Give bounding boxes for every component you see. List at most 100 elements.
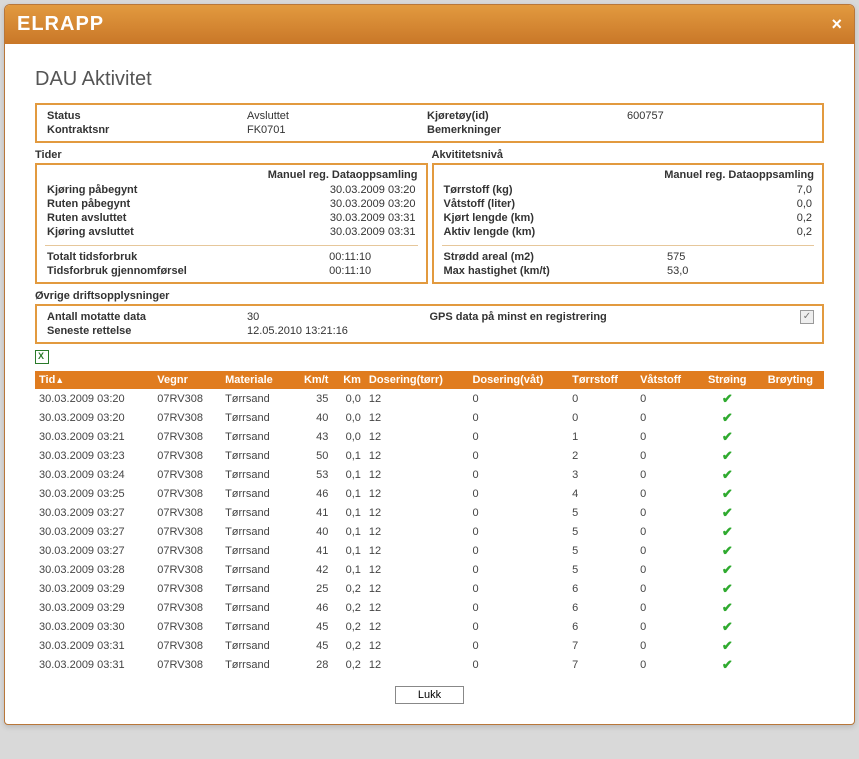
cell-dos-torr: 12 <box>365 465 469 484</box>
cell-vatstoff: 0 <box>636 484 698 503</box>
cell-broyting <box>757 598 824 617</box>
check-icon: ✔ <box>722 524 733 539</box>
status-value: Avsluttet <box>245 109 425 123</box>
cell-km: 0,0 <box>332 389 365 408</box>
cell-tid: 30.03.2009 03:20 <box>35 408 153 427</box>
cell-vegnr: 07RV308 <box>153 389 221 408</box>
col-tid[interactable]: Tid▲ <box>35 371 153 389</box>
cell-stroing: ✔ <box>698 503 757 522</box>
data-table: Tid▲ Vegnr Materiale Km/t Km Dosering(tø… <box>35 371 824 674</box>
cell-vegnr: 07RV308 <box>153 408 221 427</box>
check-icon: ✔ <box>722 410 733 425</box>
cell-vatstoff: 0 <box>636 503 698 522</box>
info-label: Tørrstoff (kg) <box>442 183 752 197</box>
cell-kmt: 28 <box>291 655 332 674</box>
page-title: DAU Aktivitet <box>35 68 824 91</box>
cell-stroing: ✔ <box>698 560 757 579</box>
cell-materiale: Tørrsand <box>221 579 291 598</box>
table-row: 30.03.2009 03:2007RV308Tørrsand350,01200… <box>35 389 824 408</box>
antall-label: Antall motatte data <box>45 310 245 324</box>
cell-vatstoff: 0 <box>636 541 698 560</box>
excel-export-icon[interactable] <box>35 350 49 364</box>
sort-asc-icon: ▲ <box>55 375 64 385</box>
akvit-title: Akvititetsnivå <box>432 149 825 161</box>
col-materiale[interactable]: Materiale <box>221 371 291 389</box>
cell-materiale: Tørrsand <box>221 465 291 484</box>
cell-kmt: 35 <box>291 389 332 408</box>
cell-vatstoff: 0 <box>636 446 698 465</box>
cell-vatstoff: 0 <box>636 522 698 541</box>
cell-vatstoff: 0 <box>636 465 698 484</box>
cell-vatstoff: 0 <box>636 408 698 427</box>
col-vegnr[interactable]: Vegnr <box>153 371 221 389</box>
info-value: 00:11:10 <box>327 264 417 278</box>
header-box: Status Avsluttet Kjøretøy(id) 600757 Kon… <box>35 103 824 143</box>
cell-torrstoff: 6 <box>568 598 636 617</box>
cell-tid: 30.03.2009 03:23 <box>35 446 153 465</box>
cell-stroing: ✔ <box>698 427 757 446</box>
col-km[interactable]: Km <box>332 371 365 389</box>
col-kmt[interactable]: Km/t <box>291 371 332 389</box>
cell-vegnr: 07RV308 <box>153 655 221 674</box>
cell-stroing: ✔ <box>698 579 757 598</box>
cell-broyting <box>757 465 824 484</box>
cell-stroing: ✔ <box>698 484 757 503</box>
check-icon: ✔ <box>722 467 733 482</box>
cell-materiale: Tørrsand <box>221 636 291 655</box>
cell-km: 0,0 <box>332 408 365 427</box>
cell-stroing: ✔ <box>698 522 757 541</box>
akvit-subheader: Manuel reg. Dataoppsamling <box>442 169 815 183</box>
close-button[interactable]: Lukk <box>395 686 464 704</box>
col-dos-torr[interactable]: Dosering(tørr) <box>365 371 469 389</box>
cell-vegnr: 07RV308 <box>153 446 221 465</box>
cell-vegnr: 07RV308 <box>153 427 221 446</box>
cell-tid: 30.03.2009 03:29 <box>35 598 153 617</box>
cell-dos-vat: 0 <box>468 598 568 617</box>
cell-vatstoff: 0 <box>636 579 698 598</box>
cell-broyting <box>757 427 824 446</box>
check-icon: ✔ <box>722 581 733 596</box>
col-broyting[interactable]: Brøyting <box>757 371 824 389</box>
info-label: Kjøring avsluttet <box>45 225 236 239</box>
cell-km: 0,1 <box>332 465 365 484</box>
cell-materiale: Tørrsand <box>221 541 291 560</box>
table-row: 30.03.2009 03:3007RV308Tørrsand450,21206… <box>35 617 824 636</box>
cell-broyting <box>757 579 824 598</box>
table-row: 30.03.2009 03:3107RV308Tørrsand450,21207… <box>35 636 824 655</box>
cell-tid: 30.03.2009 03:24 <box>35 465 153 484</box>
cell-materiale: Tørrsand <box>221 427 291 446</box>
cell-torrstoff: 5 <box>568 522 636 541</box>
close-icon[interactable]: × <box>831 14 842 35</box>
cell-kmt: 41 <box>291 541 332 560</box>
cell-dos-torr: 12 <box>365 389 469 408</box>
col-stroing[interactable]: Strøing <box>698 371 757 389</box>
cell-km: 0,1 <box>332 446 365 465</box>
info-value: 30.03.2009 03:31 <box>236 211 417 225</box>
col-dos-vat[interactable]: Dosering(våt) <box>468 371 568 389</box>
cell-dos-torr: 12 <box>365 636 469 655</box>
akvit-box: Manuel reg. Dataoppsamling Tørrstoff (kg… <box>432 163 825 284</box>
cell-dos-vat: 0 <box>468 522 568 541</box>
seneste-label: Seneste rettelse <box>45 324 245 338</box>
cell-torrstoff: 5 <box>568 541 636 560</box>
col-vatstoff[interactable]: Våtstoff <box>636 371 698 389</box>
cell-kmt: 40 <box>291 408 332 427</box>
cell-km: 0,2 <box>332 636 365 655</box>
cell-km: 0,2 <box>332 655 365 674</box>
remarks-value <box>625 123 814 137</box>
cell-dos-torr: 12 <box>365 484 469 503</box>
app-title: ELRAPP <box>17 13 104 36</box>
status-label: Status <box>45 109 245 123</box>
cell-vatstoff: 0 <box>636 617 698 636</box>
info-value: 30.03.2009 03:20 <box>236 197 417 211</box>
cell-vegnr: 07RV308 <box>153 465 221 484</box>
cell-torrstoff: 0 <box>568 389 636 408</box>
cell-stroing: ✔ <box>698 617 757 636</box>
cell-torrstoff: 5 <box>568 503 636 522</box>
col-torrstoff[interactable]: Tørrstoff <box>568 371 636 389</box>
cell-tid: 30.03.2009 03:31 <box>35 655 153 674</box>
cell-materiale: Tørrsand <box>221 598 291 617</box>
info-value: 0,2 <box>751 225 814 239</box>
table-row: 30.03.2009 03:2707RV308Tørrsand410,11205… <box>35 541 824 560</box>
cell-dos-torr: 12 <box>365 560 469 579</box>
